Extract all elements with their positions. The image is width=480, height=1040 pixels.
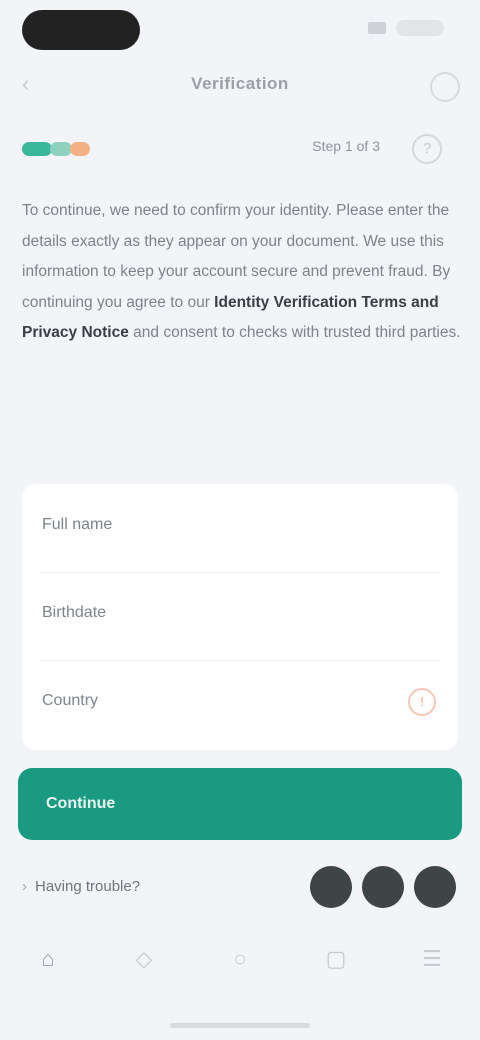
tab-home[interactable]: ⌂: [8, 930, 88, 1010]
circle-icon: ○: [233, 946, 247, 971]
google-icon[interactable]: [362, 866, 404, 908]
tab-cards[interactable]: ▢: [296, 930, 376, 1010]
progress-segment: [22, 142, 52, 156]
country-input[interactable]: [162, 688, 426, 720]
tab-center[interactable]: ○: [200, 930, 280, 1010]
tab-menu[interactable]: ☰: [392, 930, 472, 1010]
help-link-label: Having trouble?: [35, 878, 141, 895]
help-icon[interactable]: ?: [412, 134, 442, 164]
page-title: Verification: [191, 74, 289, 93]
field-label: Full name: [42, 516, 113, 533]
field-label: Birthdate: [42, 604, 107, 621]
home-indicator: [170, 1023, 310, 1028]
help-link[interactable]: › Having trouble?: [22, 878, 140, 895]
home-icon: ⌂: [41, 946, 55, 971]
apple-icon[interactable]: [310, 866, 352, 908]
social-buttons: [310, 866, 456, 908]
field-country[interactable]: Country !: [22, 660, 458, 748]
progress-row: Step 1 of 3 ?: [0, 130, 480, 166]
chevron-right-icon: ›: [22, 878, 27, 895]
continue-button[interactable]: Continue: [18, 768, 462, 840]
tab-explore[interactable]: ◇: [104, 930, 184, 1010]
field-label: Country: [42, 692, 99, 709]
continue-button-label: Continue: [46, 795, 116, 812]
intro-text: To continue, we need to confirm your ide…: [22, 196, 462, 349]
signal-icon: [368, 22, 386, 34]
birthdate-input[interactable]: [162, 600, 426, 632]
field-birthdate[interactable]: Birthdate: [22, 572, 458, 660]
progress-segment: [50, 142, 72, 156]
dynamic-island: [22, 10, 140, 50]
field-full-name[interactable]: Full name: [22, 484, 458, 572]
card-icon: ▢: [325, 946, 347, 971]
more-icon[interactable]: [430, 72, 460, 102]
form-card: Full name Birthdate Country !: [22, 484, 458, 750]
battery-icon: [396, 20, 444, 36]
full-name-input[interactable]: [162, 512, 426, 544]
progress-segment: [70, 142, 90, 156]
secondary-row: › Having trouble?: [22, 866, 458, 910]
tab-bar: ⌂ ◇ ○ ▢ ☰: [0, 930, 480, 1010]
facebook-icon[interactable]: [414, 866, 456, 908]
warning-icon: !: [408, 688, 436, 716]
step-label: Step 1 of 3: [312, 138, 380, 154]
explore-icon: ◇: [135, 946, 153, 971]
intro-text-after: and consent to checks with trusted third…: [128, 324, 461, 341]
status-bar: [0, 0, 480, 62]
menu-icon: ☰: [422, 946, 442, 971]
status-indicators: [368, 20, 444, 36]
top-nav: ‹ Verification: [0, 62, 480, 106]
